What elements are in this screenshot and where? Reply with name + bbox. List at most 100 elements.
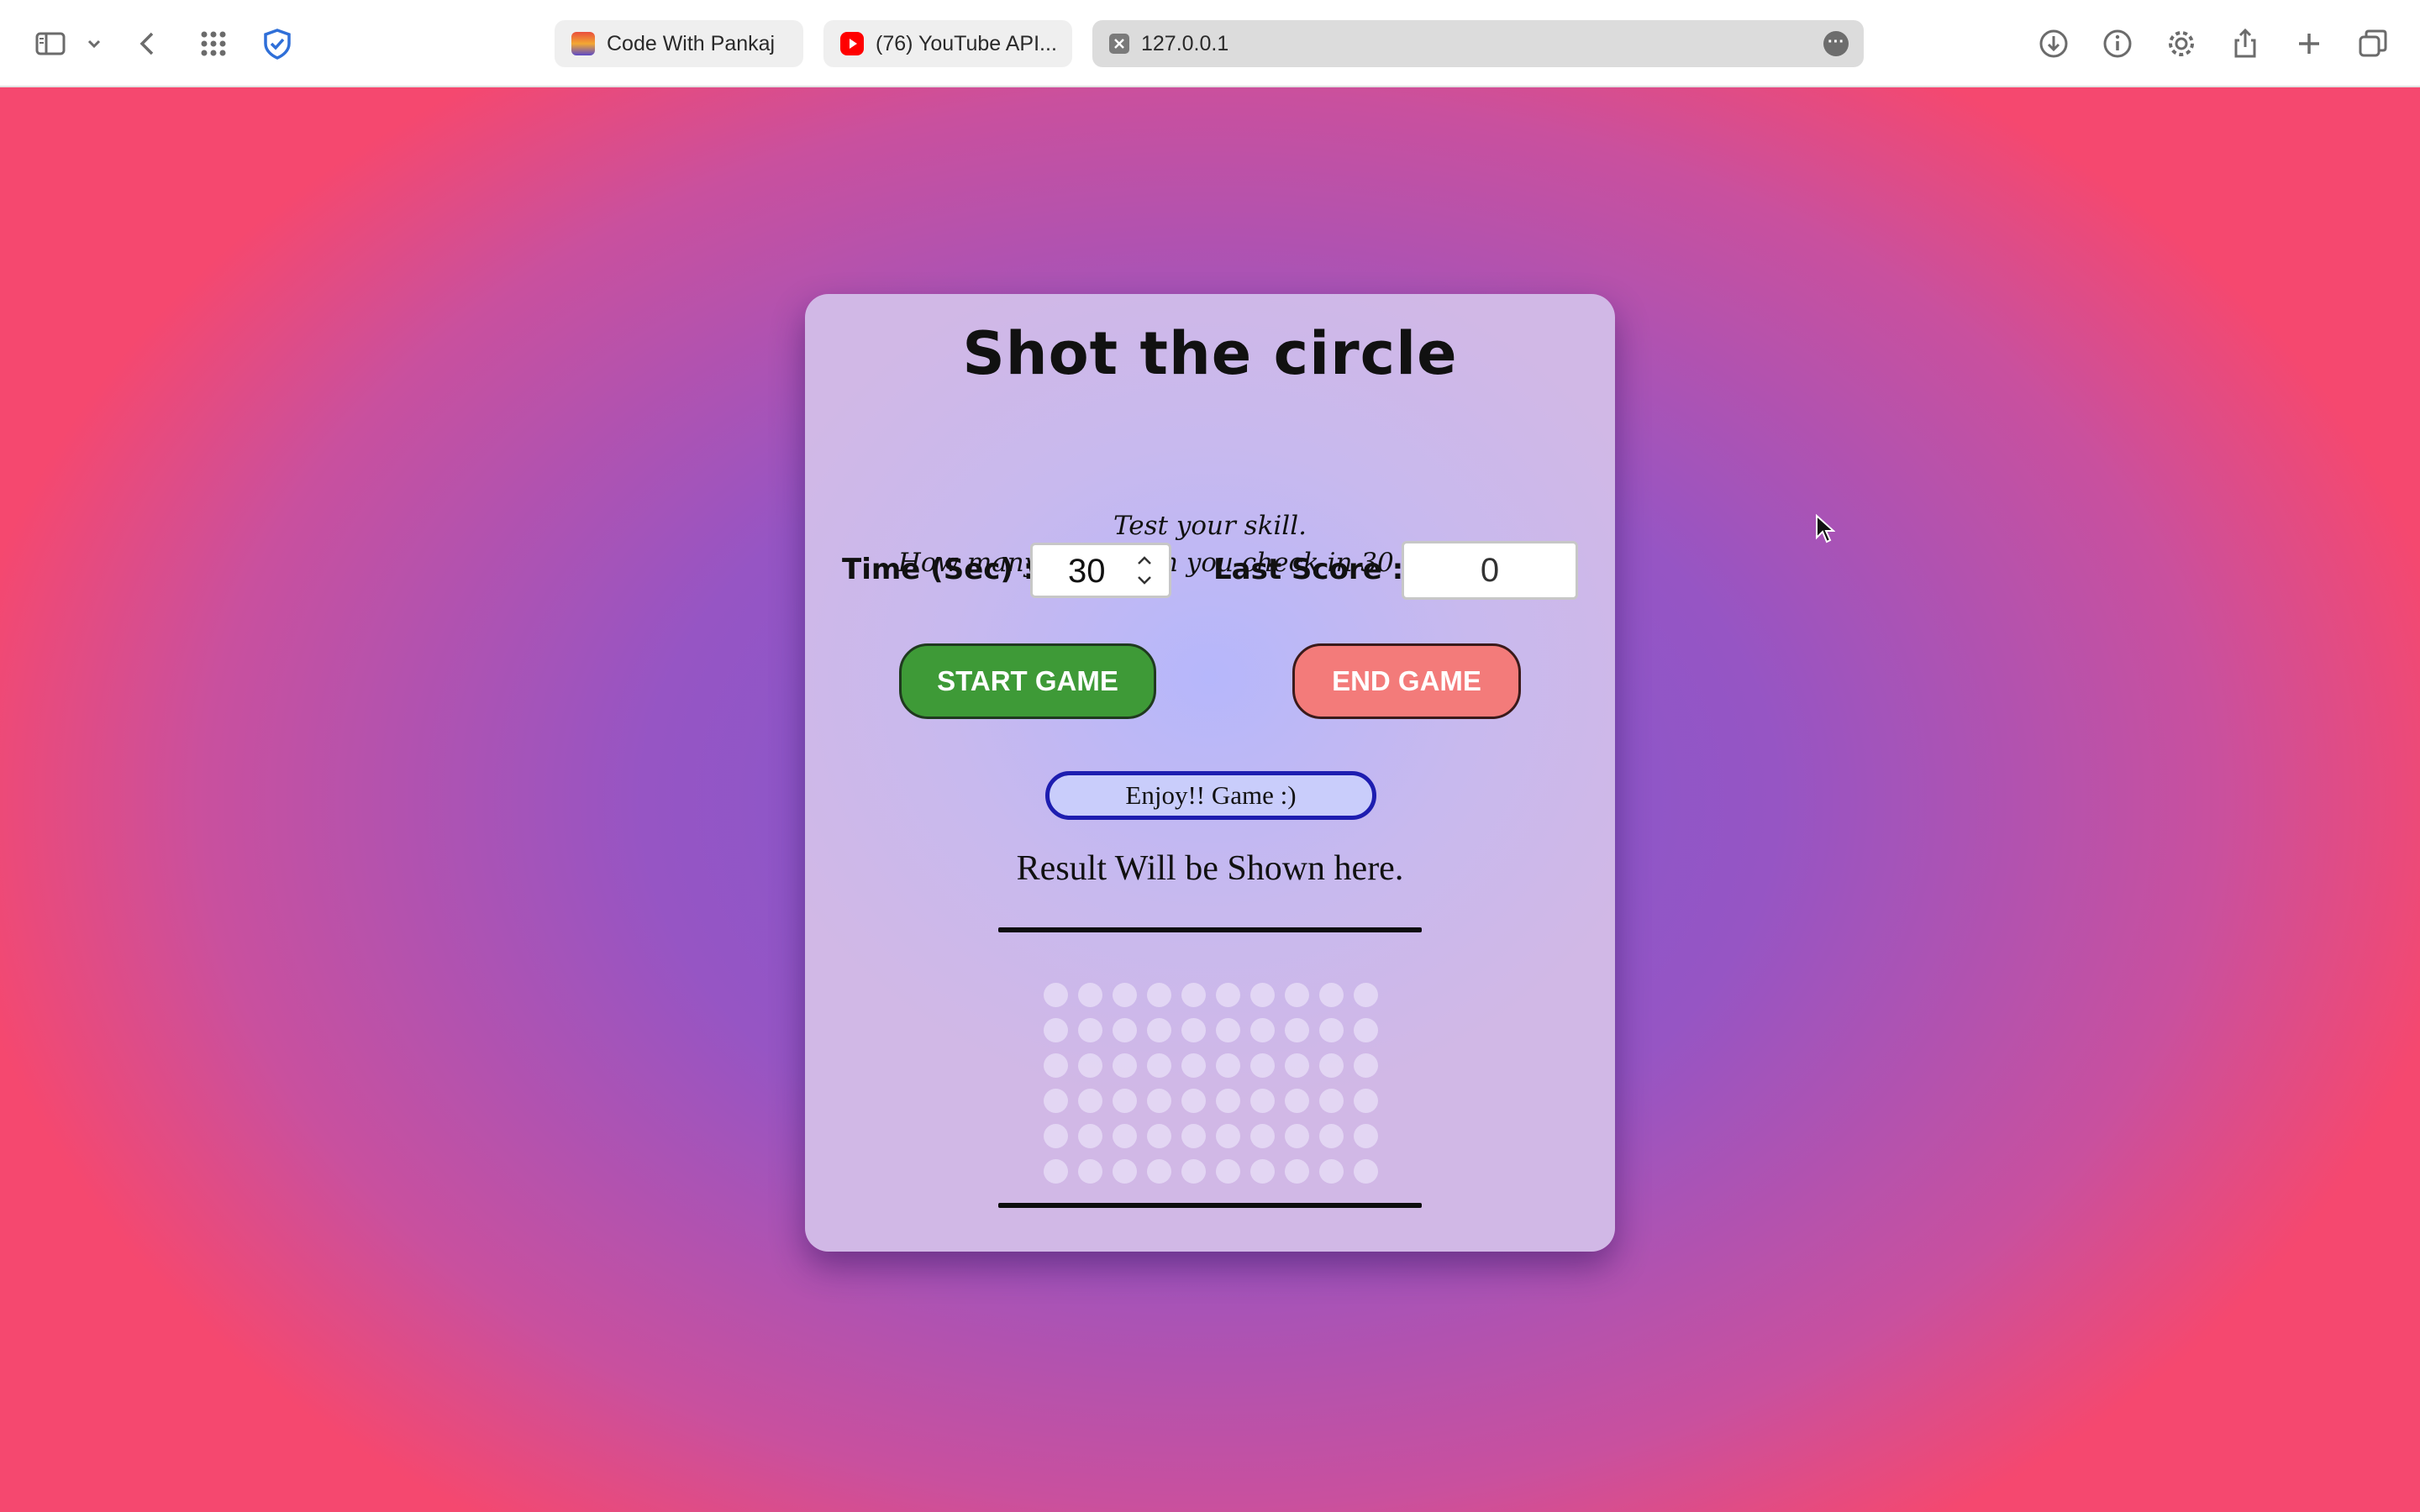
target-circle[interactable] [1147,1089,1171,1113]
target-circle[interactable] [1354,1053,1378,1078]
download-icon[interactable] [2033,24,2074,64]
target-circle[interactable] [1044,1159,1068,1184]
address-text: 127.0.0.1 [1141,31,1229,55]
target-circle[interactable] [1319,1124,1344,1148]
target-circle[interactable] [1044,1018,1068,1042]
target-circle[interactable] [1354,1089,1378,1113]
tab-code-with-pankaj[interactable]: Code With Pankaj [555,20,803,67]
more-options-icon[interactable]: ··· [1823,31,1849,56]
target-circle[interactable] [1147,1124,1171,1148]
target-circle[interactable] [1078,1124,1102,1148]
target-circle[interactable] [1319,1089,1344,1113]
target-circle[interactable] [1250,1018,1275,1042]
target-circle[interactable] [1285,1089,1309,1113]
target-circle[interactable] [1250,1159,1275,1184]
info-icon[interactable] [2097,24,2138,64]
subtitle-line-1: Test your skill. [1113,511,1307,541]
favicon-icon [571,32,595,55]
time-label: Time (Sec) : [842,553,1035,586]
target-circle[interactable] [1285,1053,1309,1078]
target-circle[interactable] [1181,983,1206,1007]
gear-icon[interactable] [2161,24,2202,64]
target-circle[interactable] [1147,983,1171,1007]
target-circle[interactable] [1078,1018,1102,1042]
target-circle[interactable] [1319,1159,1344,1184]
target-circle[interactable] [1044,983,1068,1007]
target-circle[interactable] [1113,1053,1137,1078]
target-circle[interactable] [1354,983,1378,1007]
close-tab-icon[interactable] [1109,34,1129,54]
tabs-overview-icon[interactable] [2353,24,2393,64]
target-circle[interactable] [1113,1018,1137,1042]
target-circle[interactable] [1216,1159,1240,1184]
shield-icon[interactable] [257,24,297,64]
end-game-button[interactable]: END GAME [1292,643,1521,719]
tab-label: (76) YouTube API... [876,31,1057,55]
target-circle[interactable] [1250,1053,1275,1078]
target-circle[interactable] [1078,983,1102,1007]
target-circle[interactable] [1044,1053,1068,1078]
target-circle[interactable] [1354,1018,1378,1042]
status-pill: Enjoy!! Game :) [1045,771,1376,820]
back-icon[interactable] [128,24,168,64]
share-icon[interactable] [2225,24,2265,64]
divider-top [998,927,1422,932]
result-text: Result Will be Shown here. [1016,849,1404,888]
tab-label: Code With Pankaj [607,31,776,55]
target-circle[interactable] [1285,1018,1309,1042]
sidebar-icon[interactable] [30,24,71,64]
tab-youtube[interactable]: (76) YouTube API... [823,20,1072,67]
target-circle[interactable] [1354,1124,1378,1148]
target-circle[interactable] [1285,1159,1309,1184]
target-circle[interactable] [1044,1089,1068,1113]
target-circle[interactable] [1078,1053,1102,1078]
target-circle[interactable] [1354,1159,1378,1184]
last-score-label: Last Score : [1213,553,1404,586]
target-circle[interactable] [1147,1159,1171,1184]
target-circle[interactable] [1147,1053,1171,1078]
time-value: 30 [1068,553,1106,590]
target-circle[interactable] [1216,1124,1240,1148]
mouse-cursor-icon [1815,513,1836,549]
target-circle[interactable] [1044,1124,1068,1148]
target-circle[interactable] [1147,1018,1171,1042]
plus-icon[interactable] [2289,24,2329,64]
target-circle[interactable] [1113,1089,1137,1113]
target-circle[interactable] [1216,1089,1240,1113]
last-score-field: 0 [1402,541,1578,600]
target-circle[interactable] [1181,1089,1206,1113]
chevron-down-icon[interactable] [77,24,111,64]
game-title: Shot the circle [962,319,1458,388]
target-circle[interactable] [1181,1124,1206,1148]
stepper-icon[interactable] [1135,554,1154,596]
target-circle[interactable] [1078,1159,1102,1184]
target-circle[interactable] [1250,983,1275,1007]
youtube-icon [840,32,864,55]
game-card: Shot the circle Test your skill. How man… [805,294,1615,1252]
target-circle[interactable] [1113,1124,1137,1148]
circle-grid [1044,983,1378,1184]
target-circle[interactable] [1285,1124,1309,1148]
target-circle[interactable] [1250,1089,1275,1113]
target-circle[interactable] [1181,1159,1206,1184]
target-circle[interactable] [1078,1089,1102,1113]
target-circle[interactable] [1216,983,1240,1007]
target-circle[interactable] [1113,983,1137,1007]
target-circle[interactable] [1181,1053,1206,1078]
address-bar[interactable]: 127.0.0.1 ··· [1092,20,1864,67]
browser-toolbar: Code With Pankaj (76) YouTube API... 127… [0,0,2420,87]
time-input[interactable]: 30 [1030,543,1171,598]
target-circle[interactable] [1113,1159,1137,1184]
target-circle[interactable] [1250,1124,1275,1148]
start-game-button[interactable]: START GAME [899,643,1156,719]
target-circle[interactable] [1319,1018,1344,1042]
target-circle[interactable] [1319,983,1344,1007]
target-circle[interactable] [1181,1018,1206,1042]
target-circle[interactable] [1285,983,1309,1007]
divider-bottom [998,1203,1422,1208]
target-circle[interactable] [1216,1018,1240,1042]
target-circle[interactable] [1216,1053,1240,1078]
page-background: Shot the circle Test your skill. How man… [0,87,2420,1512]
target-circle[interactable] [1319,1053,1344,1078]
grid-icon[interactable] [193,24,234,64]
